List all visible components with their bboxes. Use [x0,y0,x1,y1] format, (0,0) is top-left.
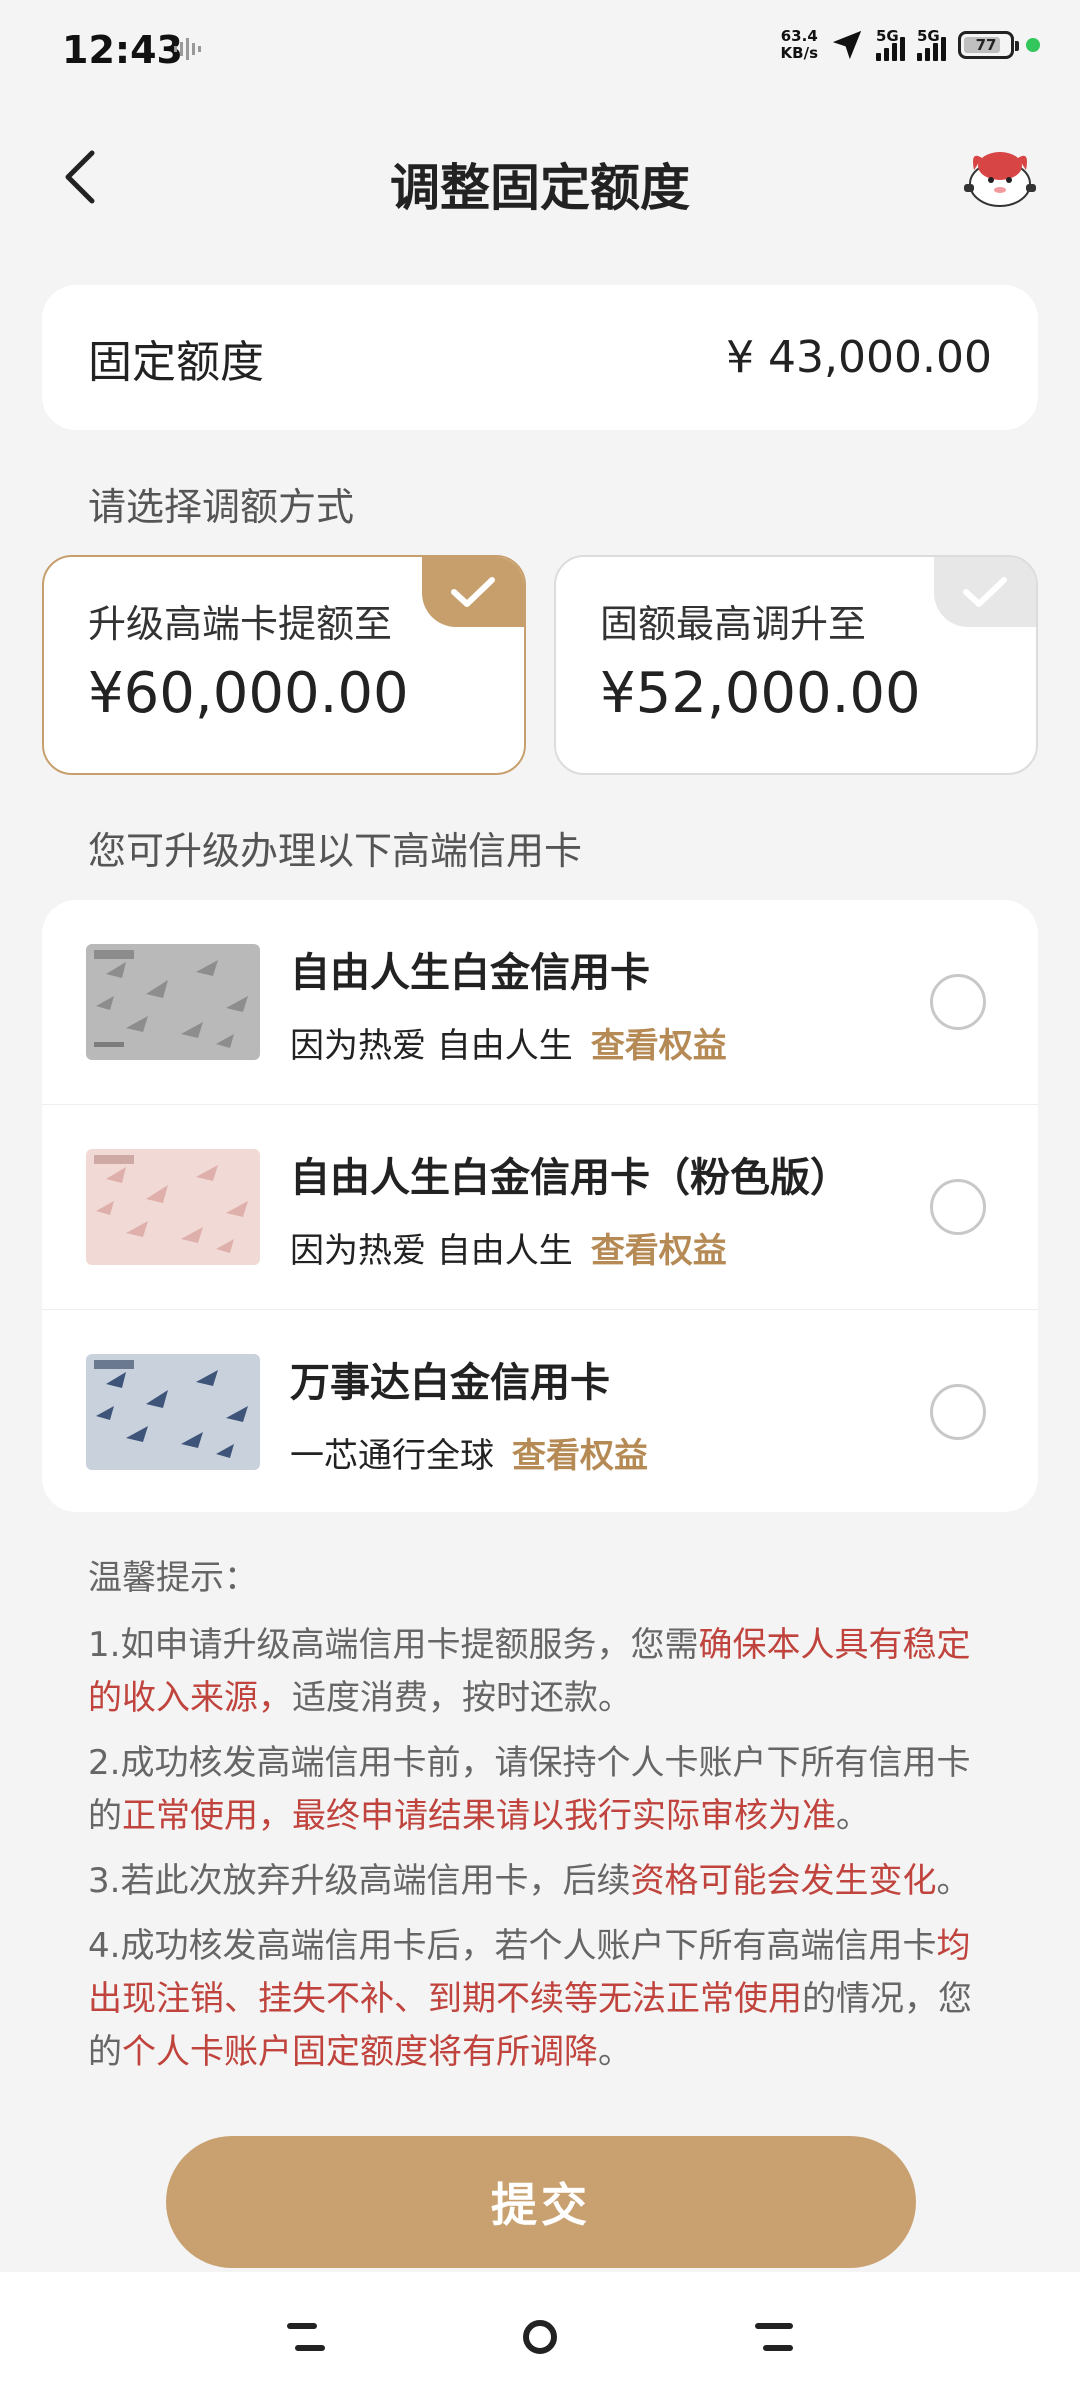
battery-icon: 77 [958,31,1019,59]
mascot-icon[interactable] [960,140,1040,212]
signal-5g-2: 5G [917,27,946,61]
page: 12:43 63.4 KB/s 5G 5G 77 调整固定额度 固定额度 ¥ 4… [0,0,1080,2400]
tip-text: 4.成功核发高端信用卡后，若个人账户下所有高端信用卡 [88,1926,937,1966]
card-image-pink [86,1149,260,1265]
signal-label-1: 5G [876,27,899,45]
cards-section-label: 您可升级办理以下高端信用卡 [88,829,583,873]
signal-5g-1: 5G [876,27,905,61]
privacy-indicator-dot [1026,38,1040,52]
status-icons: 63.4 KB/s 5G 5G 77 [781,27,1040,62]
fixed-limit-value: ¥ 43,000.00 [726,332,992,383]
view-benefits-link[interactable]: 查看权益 [591,1026,727,1066]
net-speed-value: 63.4 [780,27,818,45]
option-fixed-increase[interactable]: 固额最高调升至 ¥52,000.00 [554,555,1038,775]
tip-highlight: 个人卡账户固定额度将有所调降 [122,2032,598,2072]
option-upgrade-value: ¥60,000.00 [88,661,409,726]
tip-text: 。 [936,1861,971,1901]
tip-text: 1.如申请升级高端信用卡提额服务，您需 [88,1625,699,1665]
option-fixed-value: ¥52,000.00 [600,661,921,726]
header: 调整固定额度 [0,120,1080,230]
option-upgrade-card[interactable]: 升级高端卡提额至 ¥60,000.00 [42,555,526,775]
fixed-limit-card: 固定额度 ¥ 43,000.00 [42,285,1038,430]
option-fixed-label: 固额最高调升至 [600,602,867,646]
net-speed-unit: KB/s [780,44,818,62]
page-title: 调整固定额度 [390,159,690,217]
option-upgrade-check [422,557,524,627]
menu-icon [287,2323,325,2351]
tips-section: 温馨提示： 1.如申请升级高端信用卡提额服务，您需确保本人具有稳定的收入来源，适… [88,1552,998,2091]
checkmark-icon [963,577,1007,607]
tip-text: 适度消费，按时还款。 [292,1678,632,1718]
option-upgrade-label: 升级高端卡提额至 [88,602,393,646]
nav-back-button[interactable] [734,2302,814,2372]
tip-2: 2.成功核发高端信用卡前，请保持个人卡账户下所有信用卡的正常使用，最终申请结果请… [88,1737,998,1843]
audio-wave-icon [174,38,201,60]
nav-home-button[interactable] [500,2302,580,2372]
card-radio[interactable] [930,974,986,1030]
checkmark-icon [451,577,495,607]
card-slogan: 一芯通行全球 [290,1436,494,1476]
tip-highlight: 正常使用，最终申请结果请以我行实际审核为准 [122,1796,836,1836]
card-slogan-row: 因为热爱 自由人生 查看权益 [290,1018,727,1067]
card-name: 自由人生白金信用卡（粉色版） [290,1155,850,1201]
card-slogan: 因为热爱 自由人生 [290,1231,573,1271]
tip-3: 3.若此次放弃升级高端信用卡，后续资格可能会发生变化。 [88,1855,998,1908]
list-item-card-3[interactable]: 万事达白金信用卡 一芯通行全球 查看权益 [42,1310,1038,1512]
card-image-mastercard [86,1354,260,1470]
location-arrow-icon [832,30,862,60]
home-circle-icon [523,2320,557,2354]
status-bar: 12:43 63.4 KB/s 5G 5G 77 [0,0,1080,100]
tip-highlight: 资格可能会发生变化 [630,1861,937,1901]
card-radio[interactable] [930,1384,986,1440]
battery-level: 77 [975,36,997,54]
card-slogan-row: 因为热爱 自由人生 查看权益 [290,1223,727,1272]
card-slogan: 因为热爱 自由人生 [290,1026,573,1066]
nav-menu-button[interactable] [266,2302,346,2372]
list-item-card-2[interactable]: 自由人生白金信用卡（粉色版） 因为热爱 自由人生 查看权益 [42,1105,1038,1309]
option-fixed-check [934,557,1036,627]
tip-1: 1.如申请升级高端信用卡提额服务，您需确保本人具有稳定的收入来源，适度消费，按时… [88,1619,998,1725]
tip-text: 。 [836,1796,870,1836]
system-navbar [0,2272,1080,2400]
back-lines-icon [755,2323,793,2351]
fixed-limit-label: 固定额度 [88,336,264,388]
card-image-silver [86,944,260,1060]
submit-button[interactable]: 提交 [166,2136,916,2268]
method-section-label: 请选择调额方式 [88,485,355,529]
view-benefits-link[interactable]: 查看权益 [591,1231,727,1271]
tip-4: 4.成功核发高端信用卡后，若个人账户下所有高端信用卡均出现注销、挂失不补、到期不… [88,1920,998,2079]
status-time: 12:43 [62,28,183,72]
net-speed: 63.4 KB/s [781,28,818,62]
tips-title: 温馨提示： [88,1558,258,1598]
list-item-card-1[interactable]: 自由人生白金信用卡 因为热爱 自由人生 查看权益 [42,900,1038,1104]
card-slogan-row: 一芯通行全球 查看权益 [290,1428,648,1477]
card-name: 万事达白金信用卡 [290,1360,610,1406]
signal-label-2: 5G [917,27,940,45]
card-list: 自由人生白金信用卡 因为热爱 自由人生 查看权益 自由人生白金信用卡（粉色版） 因… [42,900,1038,1512]
tip-text: 3.若此次放弃升级高端信用卡，后续 [88,1861,631,1901]
card-name: 自由人生白金信用卡 [290,950,650,996]
card-radio[interactable] [930,1179,986,1235]
view-benefits-link[interactable]: 查看权益 [512,1436,648,1476]
tip-text: 。 [598,2032,632,2072]
